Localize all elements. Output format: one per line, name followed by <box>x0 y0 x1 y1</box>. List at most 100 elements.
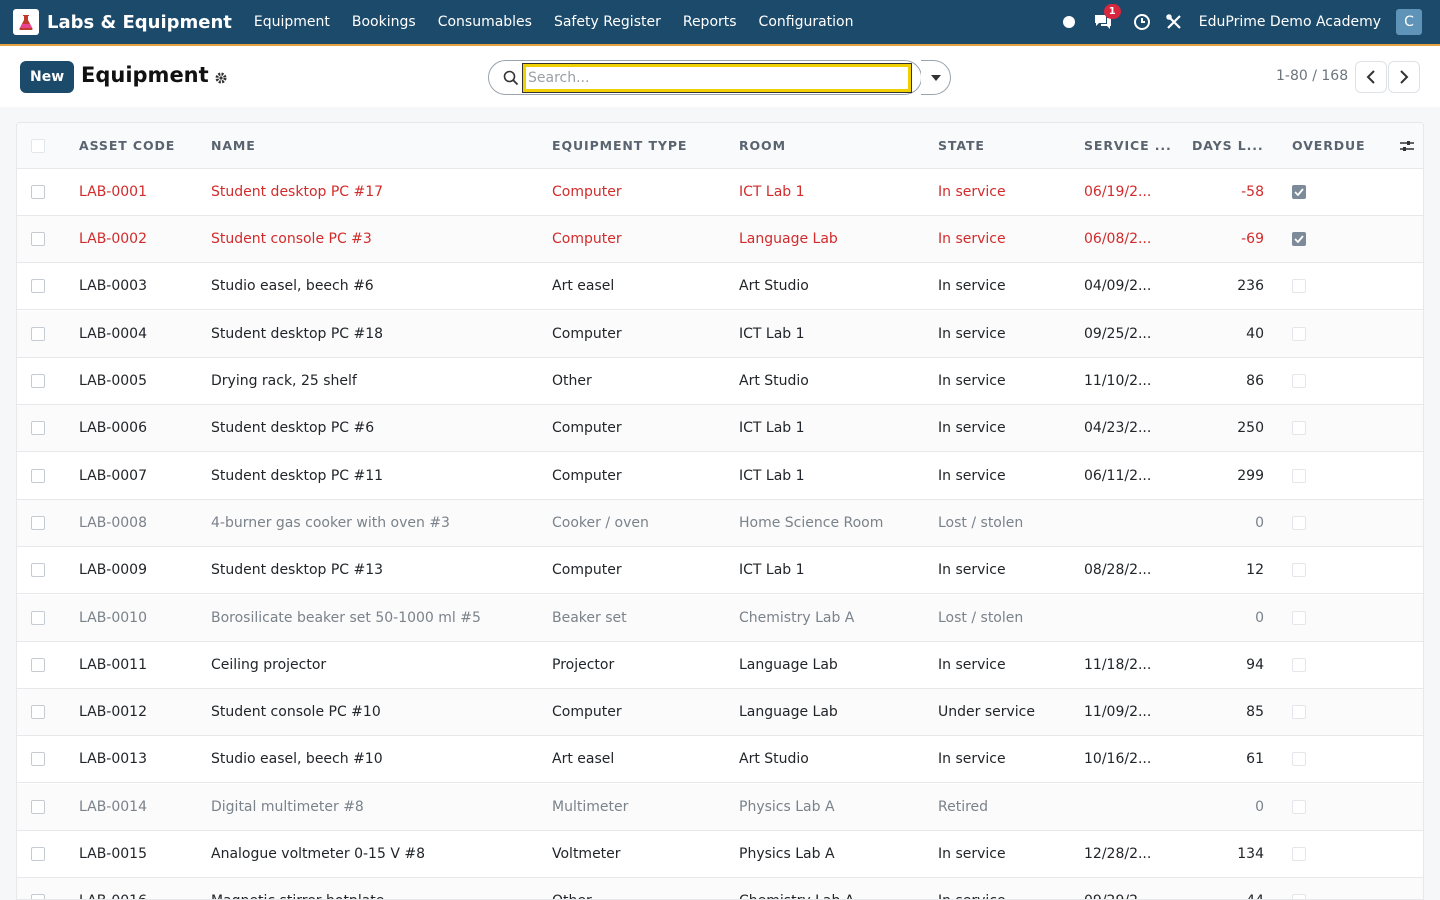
table-row[interactable]: LAB-0009 Student desktop PC #13 Computer IC… <box>17 547 1423 594</box>
select-all-checkbox[interactable] <box>31 123 47 168</box>
column-asset-code[interactable]: ASSET CODE <box>79 123 199 168</box>
table-row[interactable]: LAB-0010 Borosilicate beaker set 50-1000 … <box>17 595 1423 642</box>
asset-code: LAB-0016 <box>79 878 199 899</box>
menu-reports[interactable]: Reports <box>672 14 748 30</box>
table-row[interactable]: LAB-0014 Digital multimeter #8 Multimeter P… <box>17 784 1423 831</box>
row-select-checkbox[interactable] <box>31 784 47 830</box>
menu-safety-register[interactable]: Safety Register <box>543 14 672 30</box>
days-left: 134 <box>1237 846 1264 862</box>
column-name[interactable]: NAME <box>211 123 541 168</box>
pager-previous-button[interactable] <box>1355 61 1387 93</box>
room: ICT Lab 1 <box>739 184 805 200</box>
row-select-checkbox[interactable] <box>31 169 47 215</box>
messages-button[interactable]: 1 <box>1093 4 1121 33</box>
row-select-checkbox[interactable] <box>31 689 47 735</box>
new-button[interactable]: New <box>20 61 75 93</box>
menu-bookings[interactable]: Bookings <box>341 14 427 30</box>
activity-clock-icon[interactable] <box>1133 13 1151 31</box>
equipment-name: Studio easel, beech #6 <box>211 278 374 294</box>
asset-code: LAB-0006 <box>79 420 147 436</box>
table-row[interactable]: LAB-0001 Student desktop PC #17 Computer IC… <box>17 169 1423 216</box>
days-left: 85 <box>1246 704 1264 720</box>
column-state[interactable]: STATE <box>938 123 1078 168</box>
menu-equipment[interactable]: Equipment <box>243 14 341 30</box>
search-input[interactable] <box>522 63 912 93</box>
asset-code: LAB-0004 <box>79 326 147 342</box>
equipment-name: 4-burner gas cooker with oven #3 <box>211 515 450 531</box>
list-header: ASSET CODE NAME EQUIPMENT TYPE ROOM STAT… <box>17 123 1423 169</box>
state: In service <box>938 846 1006 862</box>
row-select-checkbox[interactable] <box>31 595 47 641</box>
asset-code: LAB-0014 <box>79 799 147 815</box>
state: In service <box>938 278 1006 294</box>
row-select-checkbox[interactable] <box>31 736 47 782</box>
days-left: 12 <box>1246 562 1264 578</box>
table-row[interactable]: LAB-0013 Studio easel, beech #10 Art easel… <box>17 736 1423 783</box>
asset-code: LAB-0010 <box>79 610 147 626</box>
company-switcher[interactable]: EduPrime Demo Academy <box>1199 14 1381 30</box>
overdue-checkbox <box>1292 311 1372 357</box>
tools-icon[interactable] <box>1165 13 1183 31</box>
table-row[interactable]: LAB-0012 Student console PC #10 Computer La… <box>17 689 1423 736</box>
service-date: 11/18/2... <box>1084 657 1152 673</box>
table-row[interactable]: LAB-0002 Student console PC #3 Computer Lan… <box>17 216 1423 263</box>
chevron-right-icon <box>1400 70 1409 84</box>
table-row[interactable]: LAB-0015 Analogue voltmeter 0-15 V #8 Volt… <box>17 831 1423 878</box>
asset-code: LAB-0009 <box>79 562 147 578</box>
row-select-checkbox[interactable] <box>31 263 47 309</box>
user-avatar[interactable]: C <box>1396 9 1422 35</box>
table-row[interactable]: LAB-0003 Studio easel, beech #6 Art easel A… <box>17 263 1423 310</box>
state: In service <box>938 878 1078 899</box>
service-date: 12/28/2... <box>1084 846 1152 862</box>
row-select-checkbox[interactable] <box>31 311 47 357</box>
table-row[interactable]: LAB-0005 Drying rack, 25 shelf Other Art St… <box>17 358 1423 405</box>
row-select-checkbox[interactable] <box>31 405 47 451</box>
column-equipment-type[interactable]: EQUIPMENT TYPE <box>552 123 732 168</box>
overdue-checkbox <box>1292 358 1372 404</box>
table-row[interactable]: LAB-0016 Magnetic stirrer hotplate Other Ch… <box>17 878 1423 899</box>
asset-code: LAB-0002 <box>79 231 147 247</box>
state: In service <box>938 373 1006 389</box>
row-select-checkbox[interactable] <box>31 831 47 877</box>
pager-value[interactable]: 1-80 / 168 <box>1276 68 1348 84</box>
status-dot-icon[interactable] <box>1062 16 1075 28</box>
menu-configuration[interactable]: Configuration <box>748 14 865 30</box>
equipment-type: Computer <box>552 704 622 720</box>
row-select-checkbox[interactable] <box>31 878 47 899</box>
table-row[interactable]: LAB-0008 4-burner gas cooker with oven #3… <box>17 500 1423 547</box>
menu-consumables[interactable]: Consumables <box>427 14 543 30</box>
row-select-checkbox[interactable] <box>31 453 47 499</box>
asset-code: LAB-0001 <box>79 184 147 200</box>
app-name[interactable]: Labs & Equipment <box>47 12 232 33</box>
room: Physics Lab A <box>739 846 835 862</box>
state: In service <box>938 231 1006 247</box>
flask-icon[interactable] <box>13 9 39 35</box>
equipment-type: Multimeter <box>552 799 629 815</box>
row-select-checkbox[interactable] <box>31 216 47 262</box>
column-days[interactable]: DAYS L... <box>1192 123 1264 168</box>
pager-next-button[interactable] <box>1388 61 1420 93</box>
column-room[interactable]: ROOM <box>739 123 929 168</box>
column-overdue[interactable]: OVERDUE <box>1292 123 1372 168</box>
table-row[interactable]: LAB-0007 Student desktop PC #11 Computer IC… <box>17 453 1423 500</box>
table-row[interactable]: LAB-0011 Ceiling projector Projector Langua… <box>17 642 1423 689</box>
row-select-checkbox[interactable] <box>31 642 47 688</box>
gear-icon[interactable] <box>214 71 228 89</box>
column-service[interactable]: SERVICE ... <box>1084 123 1184 168</box>
overdue-checkbox <box>1292 784 1372 830</box>
search-options-toggle[interactable] <box>921 60 951 95</box>
days-left: -58 <box>1241 184 1264 200</box>
column-options-icon[interactable] <box>1399 123 1417 168</box>
state: In service <box>938 326 1006 342</box>
row-select-checkbox[interactable] <box>31 547 47 593</box>
row-select-checkbox[interactable] <box>31 500 47 546</box>
top-navbar: Labs & Equipment Equipment Bookings Cons… <box>0 0 1440 46</box>
equipment-type: Computer <box>552 326 622 342</box>
table-row[interactable]: LAB-0004 Student desktop PC #18 Computer IC… <box>17 311 1423 358</box>
table-row[interactable]: LAB-0006 Student desktop PC #6 Computer ICT… <box>17 405 1423 452</box>
overdue-checkbox <box>1292 500 1372 546</box>
equipment-type: Computer <box>552 468 622 484</box>
room: ICT Lab 1 <box>739 468 805 484</box>
row-select-checkbox[interactable] <box>31 358 47 404</box>
equipment-list: ASSET CODE NAME EQUIPMENT TYPE ROOM STAT… <box>16 122 1424 900</box>
